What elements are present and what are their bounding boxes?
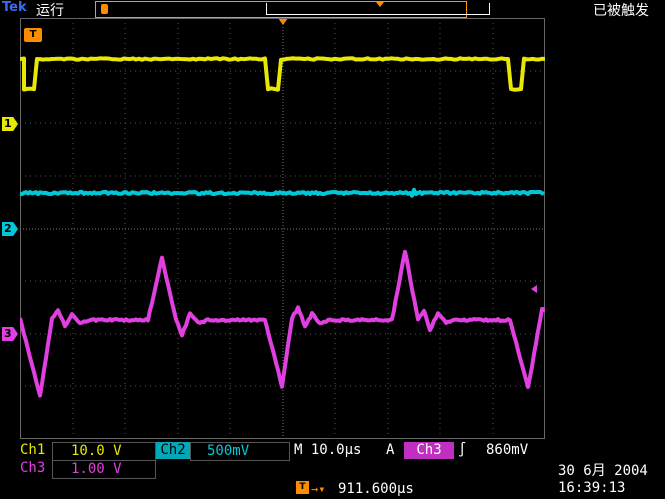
top-status-bar: Tek 运行 已被触发	[0, 0, 665, 18]
record-bar	[95, 1, 467, 18]
trigger-level: 860mV	[486, 442, 528, 459]
ch1-marker[interactable]: 1	[2, 117, 18, 131]
run-state: 运行	[36, 0, 64, 20]
trigger-slope-icon: ∫	[458, 442, 466, 459]
time: 16:39:13	[558, 480, 625, 497]
trigger-source: Ch3	[404, 442, 454, 459]
ch3-marker[interactable]: 3	[2, 327, 18, 341]
trigger-mode: A	[386, 442, 394, 459]
timebase: M 10.0µs	[294, 442, 361, 459]
horizontal-position: 911.600µs	[338, 481, 414, 498]
ch2-trace	[20, 190, 544, 196]
arrow-right-icon: →▾	[311, 481, 325, 498]
ch1-scale: 10.0 V	[52, 442, 156, 461]
status-readout-bar: Ch1 10.0 V Ch2 500mV M 10.0µs A Ch3 ∫ 86…	[0, 441, 665, 499]
ch3-label[interactable]: Ch3	[20, 460, 45, 477]
record-arrow-icon	[376, 2, 384, 7]
brand-logo: Tek	[2, 0, 27, 15]
ch2-label[interactable]: Ch2	[156, 442, 190, 459]
horizontal-position-icon: T	[296, 481, 309, 494]
ch2-scale: 500mV	[190, 442, 290, 461]
ch3-scale: 1.00 V	[52, 460, 156, 479]
date: 30 6月 2004	[558, 463, 648, 480]
ch2-marker[interactable]: 2	[2, 222, 18, 236]
ch1-label[interactable]: Ch1	[20, 442, 45, 459]
waveform-display	[20, 18, 545, 439]
record-trigger-icon	[101, 4, 108, 14]
trigger-status: 已被触发	[593, 0, 649, 20]
